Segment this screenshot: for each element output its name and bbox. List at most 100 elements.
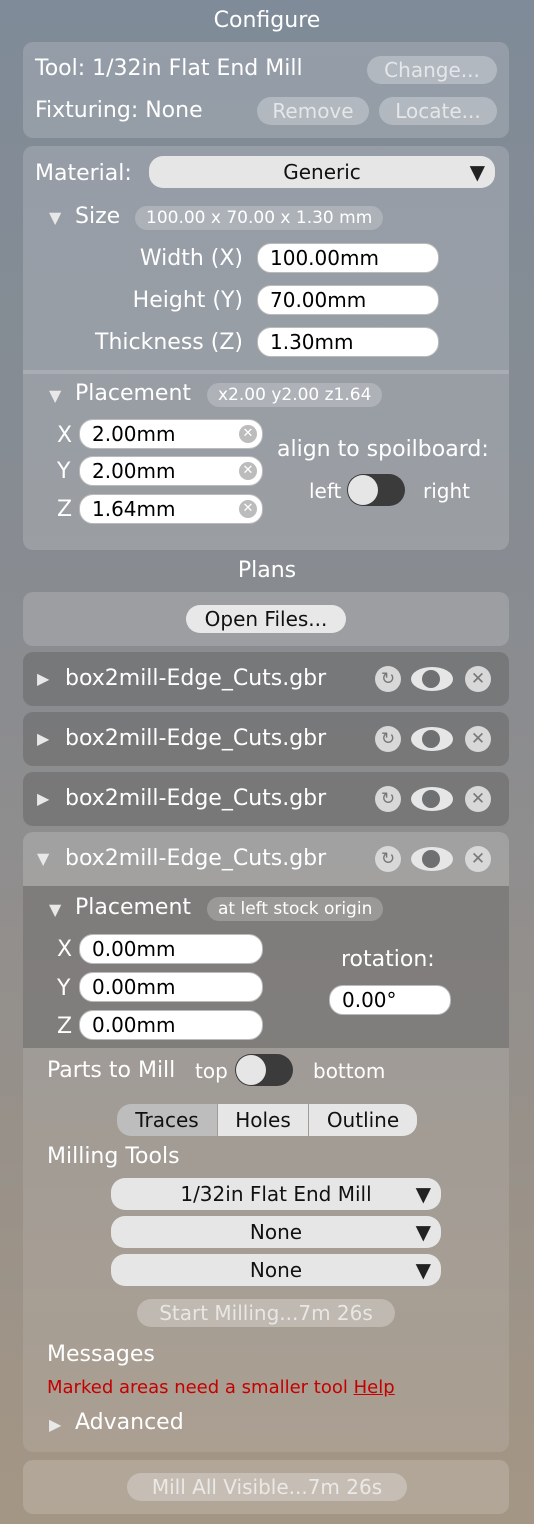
file-placement-summary: at left stock origin xyxy=(207,897,384,921)
size-label: Size xyxy=(75,204,121,229)
expand-icon[interactable]: ▶ xyxy=(37,729,49,748)
align-right-label: right xyxy=(423,479,470,503)
stock-placement-disclosure-icon[interactable]: ▼ xyxy=(49,386,61,405)
clear-icon[interactable]: ✕ xyxy=(239,462,257,480)
tab-holes[interactable]: Holes xyxy=(218,1104,308,1136)
parts-to-mill-toggle[interactable] xyxy=(235,1054,293,1086)
expand-icon[interactable]: ▶ xyxy=(37,669,49,688)
stock-placement-label: Placement xyxy=(75,381,192,406)
file-x-field[interactable]: 0.00mm xyxy=(79,934,263,964)
fixturing-label: Fixturing: None xyxy=(35,98,203,123)
eye-icon[interactable] xyxy=(411,727,453,751)
file-placement-label: Placement xyxy=(75,895,192,920)
eye-icon[interactable] xyxy=(411,667,453,691)
material-value: Generic xyxy=(283,160,361,184)
stock-x-field[interactable]: 2.00mm ✕ xyxy=(79,419,263,449)
close-icon[interactable]: ✕ xyxy=(465,846,491,872)
eye-icon[interactable] xyxy=(411,787,453,811)
close-icon[interactable]: ✕ xyxy=(465,666,491,692)
tool-panel: Tool: 1/32in Flat End Mill Change... Fix… xyxy=(23,42,509,138)
open-files-button[interactable]: Open Files... xyxy=(186,605,346,633)
clear-icon[interactable]: ✕ xyxy=(239,500,257,518)
plans-title: Plans xyxy=(237,558,297,583)
milling-tool-3-value: None xyxy=(249,1258,303,1282)
stock-z-value: 1.64mm xyxy=(92,497,176,521)
clear-icon[interactable]: ✕ xyxy=(239,425,257,443)
chevron-down-icon: ▼ xyxy=(469,160,485,184)
file-z-field[interactable]: 0.00mm xyxy=(79,1010,263,1040)
plan-file-row[interactable]: ▶ box2mill-Edge_Cuts.gbr ↻ ✕ xyxy=(23,772,509,826)
chevron-down-icon: ▼ xyxy=(415,1258,431,1282)
file-z-label: Z xyxy=(57,1014,73,1039)
width-label: Width (X) xyxy=(139,246,243,271)
divider xyxy=(23,370,509,374)
height-label: Height (Y) xyxy=(132,288,243,313)
plan-file-header[interactable]: ▼ box2mill-Edge_Cuts.gbr ↻ ✕ xyxy=(23,832,509,886)
size-summary: 100.00 x 70.00 x 1.30 mm xyxy=(135,206,384,230)
milling-tool-2-value: None xyxy=(249,1220,303,1244)
file-placement-disclosure-icon[interactable]: ▼ xyxy=(49,900,61,919)
mill-all-visible-button[interactable]: Mill All Visible...7m 26s xyxy=(127,1473,407,1501)
mill-type-segmented-control: Traces Holes Outline xyxy=(117,1104,417,1136)
thickness-field[interactable]: 1.30mm xyxy=(257,327,439,357)
stock-placement-summary: x2.00 y2.00 z1.64 xyxy=(207,383,383,407)
toggle-knob xyxy=(236,1055,266,1085)
stock-y-value: 2.00mm xyxy=(92,459,176,483)
messages-label: Messages xyxy=(47,1342,155,1367)
file-y-field[interactable]: 0.00mm xyxy=(79,972,263,1002)
reload-icon[interactable]: ↻ xyxy=(375,846,401,872)
close-icon[interactable]: ✕ xyxy=(465,786,491,812)
chevron-down-icon: ▼ xyxy=(415,1220,431,1244)
collapse-icon[interactable]: ▼ xyxy=(37,849,49,868)
help-link[interactable]: Help xyxy=(354,1377,395,1398)
milling-tool-select-1[interactable]: 1/32in Flat End Mill ▼ xyxy=(111,1178,441,1210)
size-disclosure-icon[interactable]: ▼ xyxy=(49,208,61,227)
align-spoilboard-label: align to spoilboard: xyxy=(277,437,489,462)
stock-y-field[interactable]: 2.00mm ✕ xyxy=(79,456,263,486)
close-icon[interactable]: ✕ xyxy=(465,726,491,752)
advanced-label[interactable]: Advanced xyxy=(75,1410,184,1435)
material-label: Material: xyxy=(35,161,132,186)
plan-file-name: box2mill-Edge_Cuts.gbr xyxy=(65,786,327,811)
thickness-label: Thickness (Z) xyxy=(95,330,243,355)
file-y-label: Y xyxy=(57,976,71,1001)
open-files-panel: Open Files... xyxy=(23,592,509,646)
parts-bottom-label: bottom xyxy=(313,1059,386,1083)
tab-traces[interactable]: Traces xyxy=(117,1104,217,1136)
width-field[interactable]: 100.00mm xyxy=(257,243,439,273)
parts-top-label: top xyxy=(195,1059,228,1083)
material-panel: Material: Generic ▼ ▼ Size 100.00 x 70.0… xyxy=(23,146,509,550)
reload-icon[interactable]: ↻ xyxy=(375,666,401,692)
rotation-field[interactable]: 0.00° xyxy=(329,985,451,1015)
plan-file-expanded: ▼ box2mill-Edge_Cuts.gbr ↻ ✕ ▼ Placement… xyxy=(23,832,509,1452)
plan-file-name: box2mill-Edge_Cuts.gbr xyxy=(65,846,327,871)
locate-fixturing-button[interactable]: Locate... xyxy=(379,97,497,125)
plan-file-name: box2mill-Edge_Cuts.gbr xyxy=(65,726,327,751)
height-field[interactable]: 70.00mm xyxy=(257,285,439,315)
toggle-knob xyxy=(348,475,378,505)
stock-x-value: 2.00mm xyxy=(92,422,176,446)
mill-all-panel: Mill All Visible...7m 26s xyxy=(23,1460,509,1514)
advanced-disclosure-icon[interactable]: ▶ xyxy=(49,1415,61,1434)
file-x-label: X xyxy=(57,937,73,962)
start-milling-button[interactable]: Start Milling...7m 26s xyxy=(137,1299,395,1327)
expand-icon[interactable]: ▶ xyxy=(37,789,49,808)
reload-icon[interactable]: ↻ xyxy=(375,786,401,812)
stock-y-label: Y xyxy=(57,459,71,484)
change-tool-button[interactable]: Change... xyxy=(367,56,497,84)
stock-z-field[interactable]: 1.64mm ✕ xyxy=(79,494,263,524)
eye-icon[interactable] xyxy=(411,847,453,871)
plan-file-row[interactable]: ▶ box2mill-Edge_Cuts.gbr ↻ ✕ xyxy=(23,712,509,766)
rotation-label: rotation: xyxy=(341,947,435,972)
align-left-label: left xyxy=(309,479,342,503)
remove-fixturing-button[interactable]: Remove xyxy=(257,97,369,125)
milling-tool-select-2[interactable]: None ▼ xyxy=(111,1216,441,1248)
milling-tool-select-3[interactable]: None ▼ xyxy=(111,1254,441,1286)
plan-file-row[interactable]: ▶ box2mill-Edge_Cuts.gbr ↻ ✕ xyxy=(23,652,509,706)
reload-icon[interactable]: ↻ xyxy=(375,726,401,752)
tab-outline[interactable]: Outline xyxy=(309,1104,417,1136)
message-row: Marked areas need a smaller tool Help xyxy=(47,1377,395,1398)
chevron-down-icon: ▼ xyxy=(415,1182,431,1206)
material-select[interactable]: Generic ▼ xyxy=(149,156,495,188)
align-spoilboard-toggle[interactable] xyxy=(347,474,405,506)
